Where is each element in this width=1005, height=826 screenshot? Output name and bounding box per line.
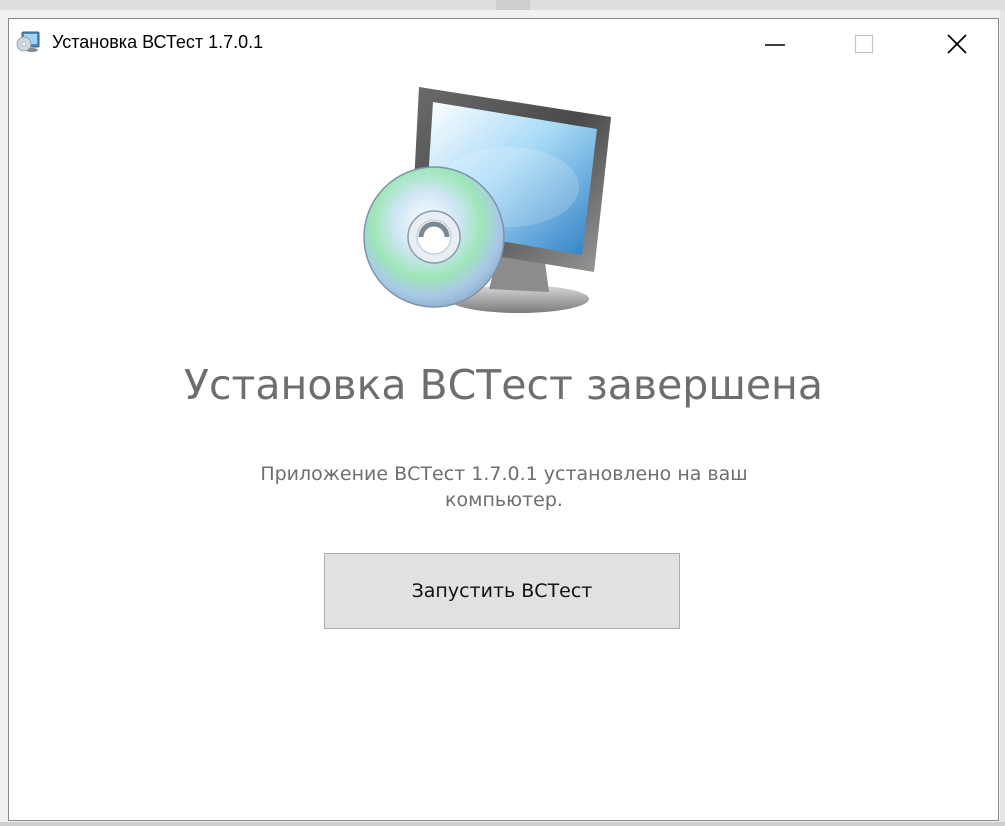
close-icon bbox=[947, 34, 967, 54]
maximize-button bbox=[836, 23, 892, 65]
installer-icon bbox=[16, 31, 40, 52]
close-button[interactable] bbox=[929, 23, 985, 65]
desktop-background-bottom bbox=[0, 822, 1005, 826]
completion-heading: Установка ВСТест завершена bbox=[183, 361, 823, 410]
minimize-icon bbox=[765, 44, 785, 46]
desktop-background-segment bbox=[496, 0, 530, 10]
title-bar[interactable]: Установка ВСТест 1.7.0.1 bbox=[9, 19, 998, 73]
completion-message-line-1: Приложение ВСТест 1.7.0.1 установлено на… bbox=[260, 463, 748, 485]
window-title: Установка ВСТест 1.7.0.1 bbox=[52, 32, 264, 52]
launch-app-button[interactable]: Запустить ВСТест bbox=[324, 553, 680, 629]
minimize-button[interactable] bbox=[747, 23, 803, 65]
completion-message: Приложение ВСТест 1.7.0.1 установлено на… bbox=[169, 461, 839, 513]
desktop-background-right bbox=[1000, 10, 1005, 826]
installer-window: Установка ВСТест 1.7.0.1 Установка ВСТес… bbox=[8, 18, 999, 821]
maximize-icon bbox=[854, 34, 874, 54]
completion-message-line-2: компьютер. bbox=[445, 489, 563, 511]
computer-with-disc-icon bbox=[363, 87, 611, 313]
